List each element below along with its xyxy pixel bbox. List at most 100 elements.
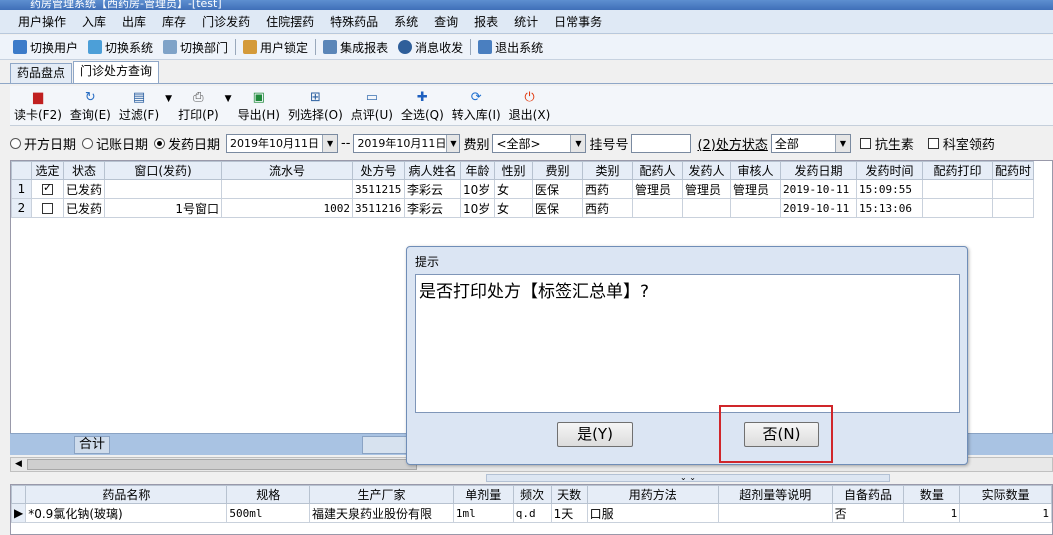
rx-status-select[interactable]: 全部 ▼	[770, 133, 851, 153]
row-pointer-icon: ▶	[11, 503, 27, 523]
select-all-button[interactable]: ✚ 全选(Q)	[397, 90, 448, 123]
date-to-picker[interactable]: 2019年10月11日 ▼	[353, 133, 461, 153]
column-header[interactable]: 配药人	[632, 161, 684, 180]
tab-outpatient-query[interactable]: 门诊处方查询	[73, 61, 160, 83]
filter-icon: ▤	[132, 90, 146, 105]
drug-detail-grid: 药品名称 规格 生产厂家 单剂量 频次 天数 用药方法 超剂量等说明 自备药品 …	[10, 484, 1053, 535]
menu-query[interactable]: 查询	[426, 13, 466, 30]
chevron-down-icon[interactable]: ▼	[446, 134, 460, 152]
antibiotic-checkbox[interactable]	[859, 137, 871, 149]
reg-no-input[interactable]	[631, 133, 692, 153]
switch-dept-button[interactable]: 切换部门	[158, 39, 233, 56]
table-row[interactable]: 2 已发药 1号窗口 1002 3511216 李彩云 10岁 女 医保 西药 …	[11, 198, 1035, 218]
menu-inpatient[interactable]: 住院摆药	[258, 13, 322, 30]
column-header[interactable]: 发药时间	[856, 161, 924, 180]
fee-type-select[interactable]: <全部> ▼	[492, 133, 587, 153]
total-label: 合计	[74, 436, 110, 454]
column-header[interactable]: 性别	[494, 161, 534, 180]
column-header[interactable]: 流水号	[221, 161, 354, 180]
column-header[interactable]: 处方号	[352, 161, 406, 180]
select-cell[interactable]	[31, 179, 64, 199]
switch-system-button[interactable]: 切换系统	[83, 39, 158, 56]
radio-account-date[interactable]: 记账日期	[82, 134, 148, 153]
column-header[interactable]: 药品名称	[25, 485, 228, 504]
column-header[interactable]: 选定	[31, 161, 64, 180]
column-header[interactable]: 频次	[512, 485, 552, 504]
column-header[interactable]: 配药时	[992, 161, 1035, 180]
row-checkbox[interactable]	[42, 203, 53, 214]
filter-button[interactable]: ▤ 过滤(F)	[115, 90, 163, 123]
column-header[interactable]: 生产厂家	[309, 485, 454, 504]
menu-outpatient[interactable]: 门诊发药	[194, 13, 258, 30]
chevron-down-icon[interactable]: ▼	[834, 134, 850, 152]
column-header[interactable]: 自备药品	[831, 485, 905, 504]
scroll-left-icon[interactable]: ◀	[11, 458, 26, 471]
filter-dropdown-arrow[interactable]: ▼	[163, 94, 174, 104]
menu-system[interactable]: 系统	[386, 13, 426, 30]
column-header[interactable]: 发药日期	[780, 161, 858, 180]
column-header[interactable]: 年龄	[460, 161, 496, 180]
column-select-button[interactable]: ⊞ 列选择(O)	[284, 90, 347, 123]
menu-special-drugs[interactable]: 特殊药品	[322, 13, 386, 30]
column-header[interactable]: 费别	[532, 161, 584, 180]
column-header[interactable]: 规格	[226, 485, 311, 504]
menu-daily[interactable]: 日常事务	[546, 13, 610, 30]
panel-splitter[interactable]: ⌄ ⌄	[486, 474, 890, 482]
menu-inventory[interactable]: 库存	[154, 13, 194, 30]
column-header[interactable]: 审核人	[730, 161, 782, 180]
print-dropdown-arrow[interactable]: ▼	[223, 94, 234, 104]
document-icon: ▭	[365, 90, 379, 105]
lock-user-button[interactable]: 用户锁定	[238, 39, 313, 56]
review-button[interactable]: ▭ 点评(U)	[347, 90, 397, 123]
column-header[interactable]: 类别	[582, 161, 634, 180]
integrated-report-button[interactable]: 集成报表	[318, 39, 393, 56]
to-stock-button[interactable]: ⟳ 转入库(I)	[448, 90, 505, 123]
exit-button[interactable]: ⏻ 退出(X)	[505, 90, 555, 123]
query-button[interactable]: ↻ 查询(E)	[66, 90, 115, 123]
sex-cell: 女	[494, 198, 534, 218]
export-button[interactable]: ▣ 导出(H)	[234, 90, 284, 123]
column-header[interactable]: 病人姓名	[404, 161, 462, 180]
dispenser-cell	[682, 198, 732, 218]
radio-circle-icon	[82, 137, 94, 149]
date-from-picker[interactable]: 2019年10月11日 ▼	[226, 133, 339, 153]
radio-dispense-date[interactable]: 发药日期	[154, 134, 220, 153]
column-header[interactable]: 超剂量等说明	[717, 485, 833, 504]
exit-system-button[interactable]: 退出系统	[473, 39, 548, 56]
menu-stock-in[interactable]: 入库	[74, 13, 114, 30]
switch-system-icon	[88, 40, 103, 54]
column-header[interactable]: 单剂量	[452, 485, 514, 504]
column-header[interactable]: 数量	[903, 485, 961, 504]
chevron-down-icon[interactable]: ▼	[570, 134, 586, 152]
menu-reports[interactable]: 报表	[466, 13, 506, 30]
scrollbar-thumb[interactable]	[27, 459, 417, 470]
column-header[interactable]: 发药人	[682, 161, 732, 180]
message-button[interactable]: 消息收发	[393, 39, 468, 56]
read-card-button[interactable]: ▆ 读卡(F2)	[10, 90, 66, 123]
days-cell: 1天	[550, 503, 588, 523]
switch-user-button[interactable]: 切换用户	[8, 39, 83, 56]
column-header[interactable]: 窗口(发药)	[104, 161, 223, 180]
menu-statistics[interactable]: 统计	[506, 13, 546, 30]
table-row[interactable]: ▶ *0.9氯化钠(玻璃) 500ml 福建天泉药业股份有限 1ml q.d 1…	[11, 503, 1052, 523]
tab-inventory-check[interactable]: 药品盘点	[10, 63, 73, 83]
table-row[interactable]: 1 已发药 3511215 李彩云 10岁 女 医保 西药 管理员 管理员 管理…	[11, 179, 1035, 199]
print-button[interactable]: ⎙ 打印(P)	[174, 90, 223, 123]
radio-circle-icon	[10, 137, 21, 149]
chevron-down-icon[interactable]: ▼	[322, 134, 338, 152]
radio-prescribe-date[interactable]: 开方日期	[10, 134, 76, 153]
row-checkbox[interactable]	[42, 181, 53, 195]
menu-stock-out[interactable]: 出库	[114, 13, 154, 30]
yes-button[interactable]: 是(Y)	[557, 422, 633, 447]
column-header[interactable]: 状态	[62, 161, 106, 180]
column-header[interactable]: 配药打印	[922, 161, 994, 180]
column-header[interactable]: 用药方法	[586, 485, 719, 504]
menu-user-ops[interactable]: 用户操作	[10, 13, 74, 30]
dept-drug-label: 科室领药	[942, 137, 995, 153]
select-cell[interactable]	[31, 198, 64, 218]
column-header[interactable]: 实际数量	[959, 485, 1052, 504]
patient-name-cell: 李彩云	[404, 179, 462, 199]
dept-drug-checkbox[interactable]	[927, 137, 939, 149]
filter-bar: 开方日期 记账日期 发药日期 2019年10月11日 ▼ -- 2019年10月1…	[10, 130, 1053, 156]
column-header[interactable]: 天数	[550, 485, 588, 504]
